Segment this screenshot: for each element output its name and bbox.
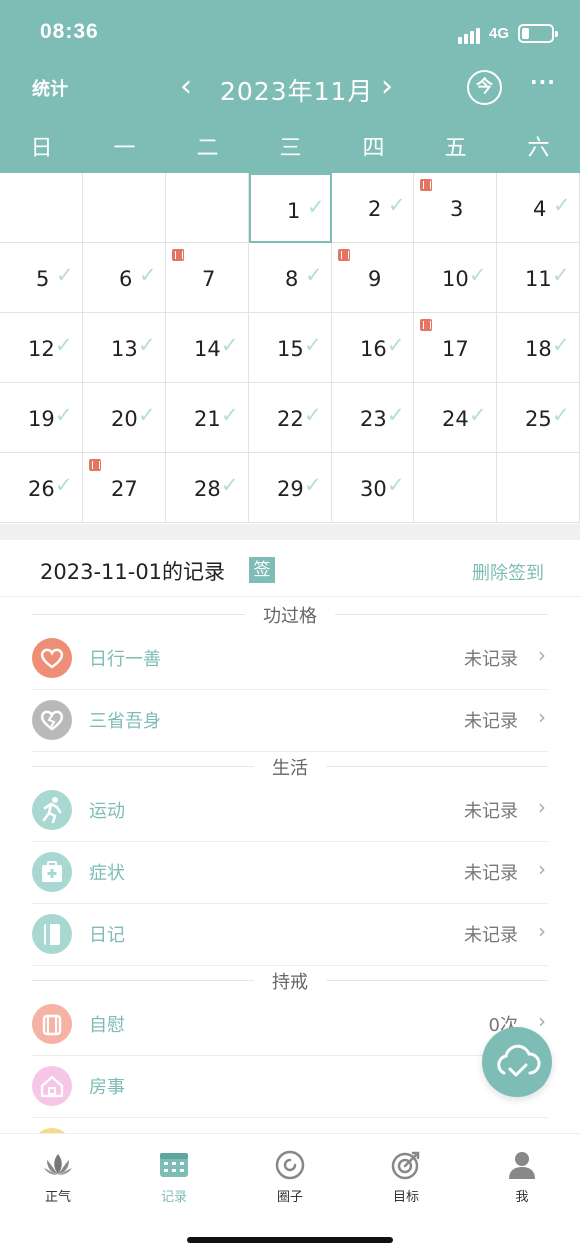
diary-icon — [32, 914, 72, 954]
tab-wo[interactable]: 我 — [464, 1148, 580, 1205]
record-list: 功过格 日行一善 未记录 › 三省吾身 未记录 › 生活 运动 未记录 › 症状 未记录 › 日记 未记录 › 持… — [0, 0, 580, 1133]
tissue-icon — [32, 1004, 72, 1044]
record-row[interactable]: 日记 未记录 › — [32, 904, 548, 966]
tab-label: 圈子 — [276, 1190, 303, 1205]
record-row[interactable]: 房事› — [32, 1056, 548, 1118]
tab-label: 目标 — [392, 1190, 419, 1205]
tab-label: 记录 — [160, 1190, 187, 1205]
medical-kit-icon — [32, 852, 72, 892]
record-status: 未记录 — [464, 863, 518, 884]
record-status: 未记录 — [464, 925, 518, 946]
person-icon — [509, 1152, 535, 1179]
record-label: 运动 — [89, 801, 125, 822]
target-icon — [391, 1151, 420, 1180]
broken-heart-icon — [32, 700, 72, 740]
section-header: 生活 — [32, 752, 548, 782]
running-icon — [32, 790, 72, 830]
record-label: 日记 — [89, 925, 125, 946]
lotus-icon — [44, 1154, 72, 1175]
record-status: 未记录 — [464, 801, 518, 822]
section-header: 持戒 — [32, 966, 548, 996]
chevron-right-icon: › — [538, 643, 546, 667]
record-row[interactable]: 日行一善 未记录 › — [32, 628, 548, 690]
chevron-right-icon: › — [538, 795, 546, 819]
record-row[interactable]: 自慰 0次 › — [32, 994, 548, 1056]
chevron-right-icon: › — [538, 705, 546, 729]
tab-mubiao[interactable]: 目标 — [348, 1148, 464, 1205]
house-icon — [32, 1066, 72, 1106]
tab-label: 正气 — [44, 1190, 71, 1205]
record-label: 自慰 — [89, 1015, 125, 1036]
tab-jilu[interactable]: 记录 — [116, 1148, 232, 1205]
section-header: 功过格 — [32, 600, 548, 630]
tab-label: 我 — [515, 1190, 529, 1205]
record-label: 房事 — [89, 1077, 125, 1098]
section-title: 功过格 — [245, 606, 335, 627]
tab-quanzi[interactable]: 圈子 — [232, 1148, 348, 1205]
record-status: 未记录 — [464, 649, 518, 670]
record-label: 三省吾身 — [89, 711, 161, 732]
circle-icon — [275, 1150, 305, 1180]
cloud-sync-icon — [497, 1044, 541, 1077]
section-title: 生活 — [254, 758, 326, 779]
record-label: 症状 — [89, 863, 125, 884]
chevron-right-icon: › — [538, 919, 546, 943]
record-row[interactable]: 看黄无› — [32, 1118, 548, 1133]
record-status: 未记录 — [464, 711, 518, 732]
section-title: 持戒 — [254, 972, 326, 993]
cloud-sync-button[interactable] — [482, 1027, 552, 1097]
record-row[interactable]: 症状 未记录 › — [32, 842, 548, 904]
record-row[interactable]: 运动 未记录 › — [32, 780, 548, 842]
tab-zhengqi[interactable]: 正气 — [0, 1148, 116, 1205]
record-label: 日行一善 — [89, 649, 161, 670]
calendar-icon — [160, 1153, 188, 1177]
record-row[interactable]: 三省吾身 未记录 › — [32, 690, 548, 752]
chevron-right-icon: › — [538, 857, 546, 881]
heart-icon — [32, 638, 72, 678]
home-indicator — [187, 1237, 393, 1243]
